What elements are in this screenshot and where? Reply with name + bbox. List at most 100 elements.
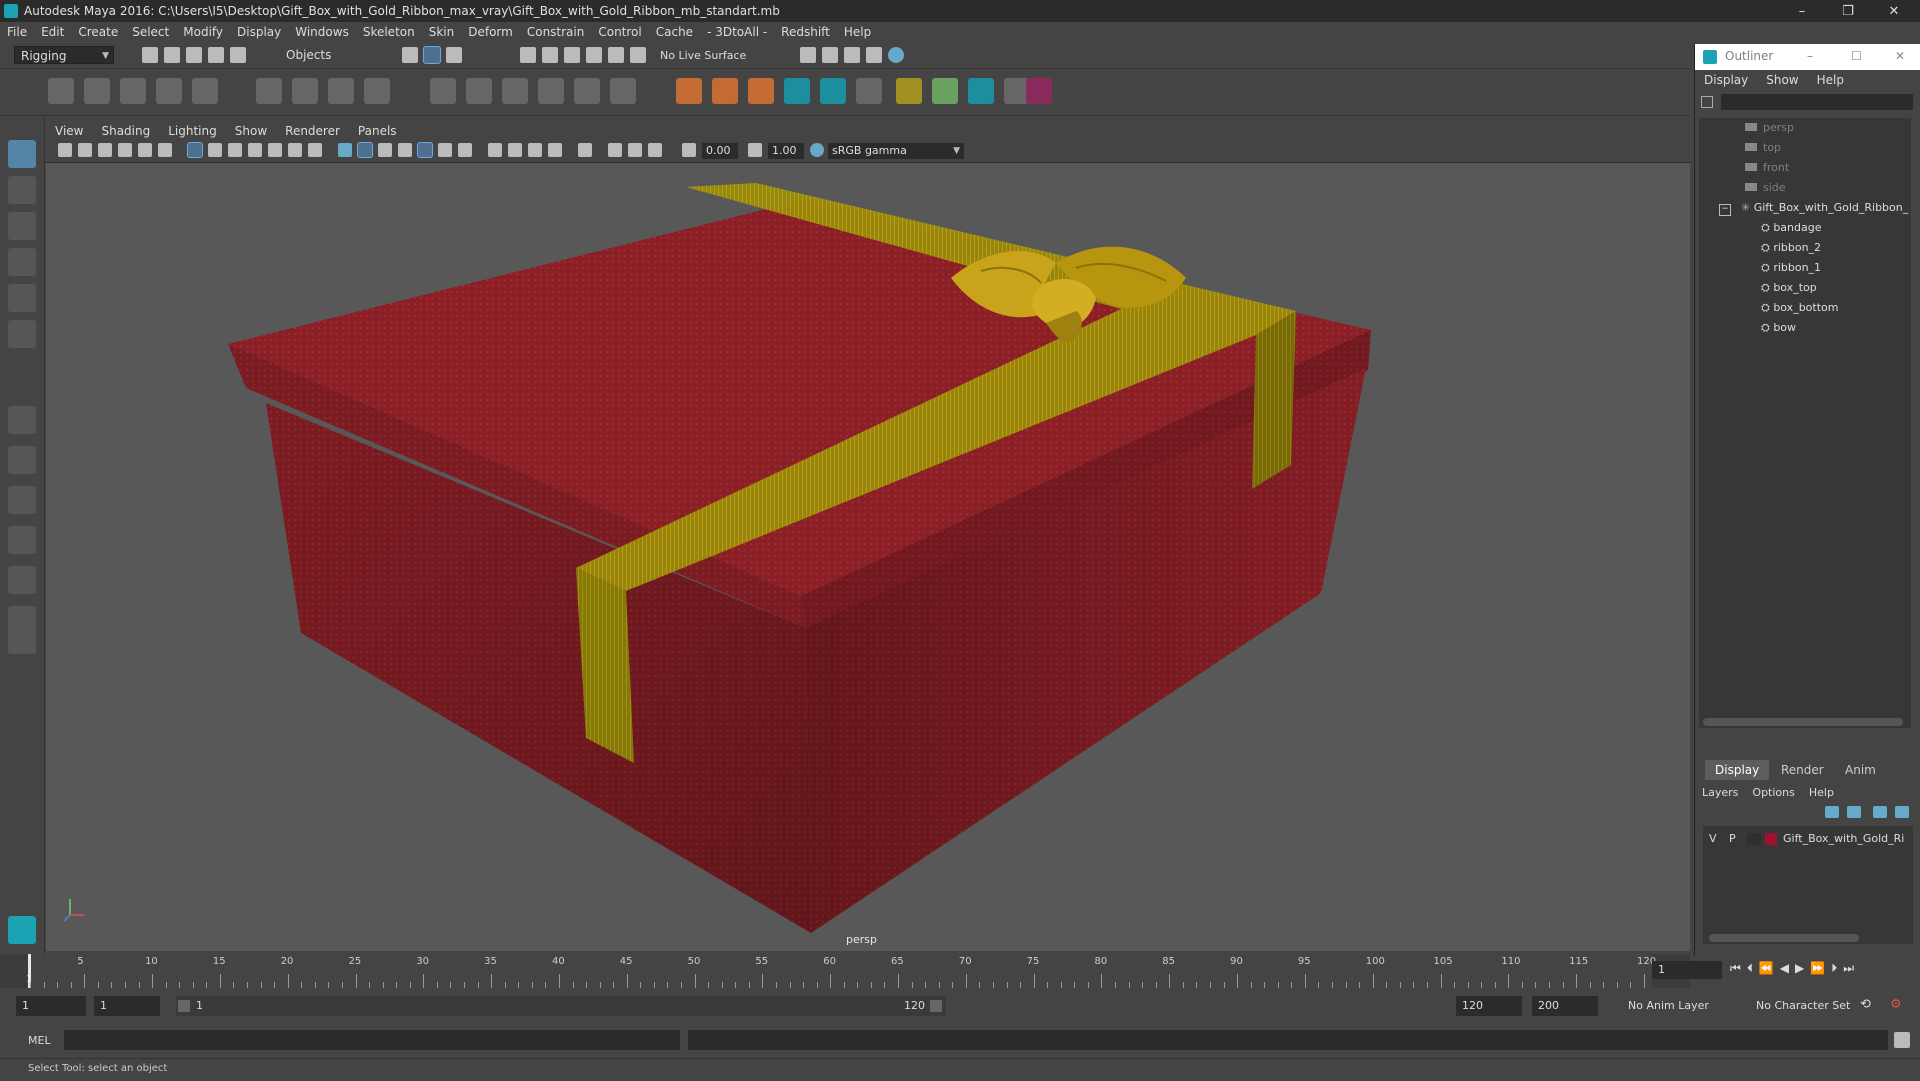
orient-constraint-icon[interactable] xyxy=(502,78,528,104)
character-set-dropdown[interactable]: No Character Set xyxy=(1750,996,1874,1016)
step-forward-icon[interactable]: ⏵ xyxy=(1831,961,1837,976)
menu-windows[interactable]: Windows xyxy=(288,25,356,39)
redshift-icon[interactable] xyxy=(1026,78,1052,104)
layer-horizontal-scrollbar[interactable] xyxy=(1709,934,1859,942)
menu-skeleton[interactable]: Skeleton xyxy=(356,25,422,39)
move-tool-icon[interactable] xyxy=(8,248,36,276)
wireframe-on-shaded-icon[interactable] xyxy=(398,143,412,157)
joint-tool-icon[interactable] xyxy=(48,78,74,104)
viewport-menu-show[interactable]: Show xyxy=(226,124,276,138)
paint-weights-icon[interactable] xyxy=(292,78,318,104)
lasso-tool-icon[interactable] xyxy=(8,176,36,204)
anim-layer-dropdown[interactable]: No Anim Layer xyxy=(1622,996,1752,1016)
step-back-icon[interactable]: ⏴ xyxy=(1747,961,1753,976)
smooth-shade-icon[interactable] xyxy=(357,142,373,158)
image-plane-icon[interactable] xyxy=(118,143,132,157)
shelf-tool-green-icon[interactable] xyxy=(932,78,958,104)
menu-modify[interactable]: Modify xyxy=(176,25,230,39)
four-view-layout-icon[interactable] xyxy=(8,446,36,474)
outliner-item-front[interactable]: front xyxy=(1745,158,1789,178)
safe-action-icon[interactable] xyxy=(288,143,302,157)
script-editor-icon[interactable] xyxy=(1894,1032,1910,1048)
ipr-render-icon[interactable] xyxy=(844,47,860,63)
minimize-button[interactable]: – xyxy=(1780,0,1824,22)
viewport-menu-panels[interactable]: Panels xyxy=(349,124,406,138)
snap-view-plane-icon[interactable] xyxy=(586,47,602,63)
move-layer-up-icon[interactable] xyxy=(1825,806,1839,818)
tab-render[interactable]: Render xyxy=(1771,760,1834,780)
time-ruler[interactable]: 5 10 15 20 25 30 35 40 45 50 55 60 65 70 75 80 85 90 95 100… xyxy=(28,954,1656,988)
outliner-item-ribbon-2[interactable]: ⛭ ribbon_2 xyxy=(1761,238,1821,258)
textured-icon[interactable] xyxy=(417,142,433,158)
aim-constraint-icon[interactable] xyxy=(466,78,492,104)
exposure-icon[interactable] xyxy=(682,143,696,157)
maya-tool-1-icon[interactable] xyxy=(784,78,810,104)
command-input[interactable] xyxy=(64,1030,680,1050)
outliner-close-button[interactable]: ✕ xyxy=(1895,49,1905,63)
xray-components-icon[interactable] xyxy=(648,143,662,157)
two-d-pan-icon[interactable] xyxy=(138,143,152,157)
select-tool-icon[interactable] xyxy=(8,140,36,168)
perspective-viewport[interactable]: persp xyxy=(46,163,1690,951)
layer-menu-help[interactable]: Help xyxy=(1802,786,1841,799)
redo-icon[interactable] xyxy=(230,47,246,63)
step-forward-key-icon[interactable]: ⏩ xyxy=(1810,961,1825,976)
parent-constraint-icon[interactable] xyxy=(574,78,600,104)
select-by-hierarchy-icon[interactable] xyxy=(402,47,418,63)
undo-icon[interactable] xyxy=(208,47,224,63)
menu-redshift[interactable]: Redshift xyxy=(774,25,837,39)
outliner-item-box-bottom[interactable]: ⛭ box_bottom xyxy=(1761,298,1838,318)
camera-attributes-icon[interactable] xyxy=(78,143,92,157)
paint-select-tool-icon[interactable] xyxy=(8,212,36,240)
single-perspective-layout-icon[interactable] xyxy=(8,406,36,434)
film-gate-icon[interactable] xyxy=(208,143,222,157)
live-surface-label[interactable]: No Live Surface xyxy=(660,49,746,62)
persp-outliner-layout-icon[interactable] xyxy=(8,486,36,514)
menu-constrain[interactable]: Constrain xyxy=(520,25,592,39)
maya-tool-2-icon[interactable] xyxy=(820,78,846,104)
snap-curve-icon[interactable] xyxy=(542,47,558,63)
anti-aliasing-icon[interactable] xyxy=(528,143,542,157)
screen-space-ao-icon[interactable] xyxy=(488,143,502,157)
ik-handle-icon[interactable] xyxy=(84,78,110,104)
save-scene-icon[interactable] xyxy=(186,47,202,63)
menu-skin[interactable]: Skin xyxy=(422,25,462,39)
layer-menu-options[interactable]: Options xyxy=(1745,786,1801,799)
render-view-icon[interactable] xyxy=(866,47,882,63)
menu-3dtoall[interactable]: - 3DtoAll - xyxy=(700,25,774,39)
scale-tool-icon[interactable] xyxy=(8,320,36,348)
gamma-icon[interactable] xyxy=(748,143,762,157)
layout-options-icon[interactable] xyxy=(8,630,36,654)
outliner-item-persp[interactable]: persp xyxy=(1745,118,1794,138)
connect-joint-icon[interactable] xyxy=(712,78,738,104)
menu-create[interactable]: Create xyxy=(71,25,125,39)
shelf-tool-icon[interactable] xyxy=(856,78,882,104)
wireframe-icon[interactable] xyxy=(338,143,352,157)
point-constraint-icon[interactable] xyxy=(430,78,456,104)
lattice-icon[interactable] xyxy=(328,78,354,104)
shelf-tool-yellow-icon[interactable] xyxy=(896,78,922,104)
outliner-item-top[interactable]: top xyxy=(1745,138,1781,158)
auto-key-icon[interactable]: ⟲ xyxy=(1860,997,1871,1012)
layer-type-toggle[interactable] xyxy=(1747,833,1761,845)
grease-pencil-icon[interactable] xyxy=(158,143,172,157)
range-end-handle[interactable] xyxy=(930,1000,942,1012)
menu-deform[interactable]: Deform xyxy=(461,25,520,39)
outliner-minimize-button[interactable]: – xyxy=(1807,49,1813,63)
motion-blur-icon[interactable] xyxy=(508,143,522,157)
restore-button[interactable]: ❐ xyxy=(1826,0,1870,22)
exposure-field[interactable]: 0.00 xyxy=(702,143,738,159)
menu-cache[interactable]: Cache xyxy=(649,25,700,39)
outliner-menu-show[interactable]: Show xyxy=(1757,73,1807,87)
command-language-label[interactable]: MEL xyxy=(28,1034,51,1047)
viewport-menu-lighting[interactable]: Lighting xyxy=(159,124,226,138)
outliner-item-ribbon-1[interactable]: ⛭ ribbon_1 xyxy=(1761,258,1821,278)
outliner-menu-help[interactable]: Help xyxy=(1808,73,1853,87)
close-button[interactable]: ✕ xyxy=(1872,0,1916,22)
collapse-icon[interactable]: − xyxy=(1719,204,1731,216)
playback-end-field[interactable]: 120 xyxy=(1456,996,1522,1016)
camera-icon[interactable] xyxy=(58,143,72,157)
render-frame-icon[interactable] xyxy=(822,47,838,63)
outliner-search-field[interactable] xyxy=(1721,94,1913,110)
outliner-item-box-top[interactable]: ⛭ box_top xyxy=(1761,278,1817,298)
